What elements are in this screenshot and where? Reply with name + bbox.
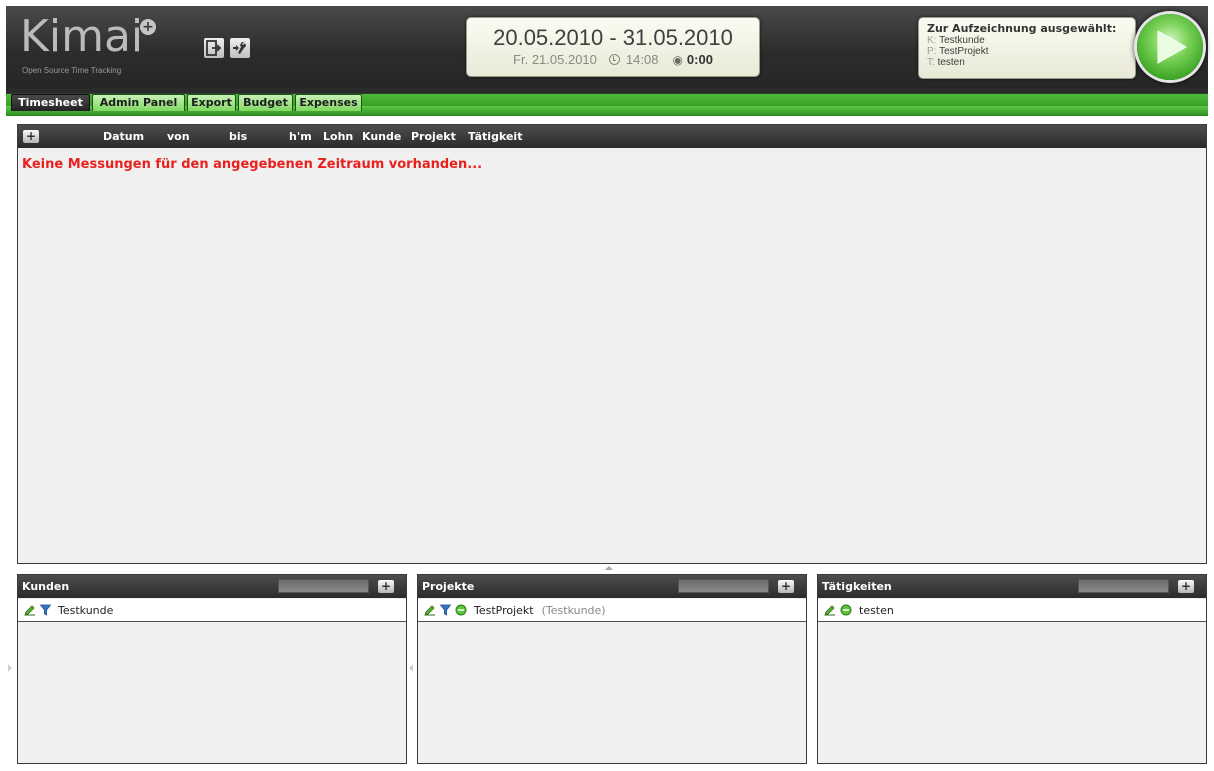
column-duration[interactable]: h'm bbox=[289, 130, 312, 143]
activities-filter-input[interactable] bbox=[1078, 579, 1169, 593]
logout-icon bbox=[206, 40, 222, 56]
projects-title: Projekte bbox=[422, 580, 475, 593]
selected-customer: K: Testkunde bbox=[927, 35, 985, 46]
list-item[interactable]: testen bbox=[818, 599, 1206, 622]
activities-panel: Tätigkeiten + testen bbox=[817, 574, 1207, 764]
activities-header: Tätigkeiten + bbox=[818, 575, 1206, 598]
panel-resize-handle[interactable] bbox=[605, 566, 613, 570]
column-date[interactable]: Datum bbox=[103, 130, 144, 143]
app-header: Kimai + Open Source Time Tracking 20.05.… bbox=[6, 6, 1208, 88]
kimai-logo: Kimai + Open Source Time Tracking bbox=[20, 11, 156, 75]
projects-panel: Projekte + TestProjekt (Testkunde) bbox=[417, 574, 807, 764]
customers-filter-input[interactable] bbox=[278, 579, 369, 593]
timesheet-header: + Datum von bis h'm Lohn Kunde Projekt T… bbox=[18, 125, 1206, 148]
duration: 0:00 bbox=[686, 52, 713, 67]
tab-admin-panel[interactable]: Admin Panel bbox=[92, 94, 185, 111]
list-item[interactable]: Testkunde bbox=[18, 599, 406, 622]
timesheet-panel: + Datum von bis h'm Lohn Kunde Projekt T… bbox=[17, 124, 1207, 564]
logo-plus-icon: + bbox=[140, 19, 156, 35]
add-record-button[interactable]: + bbox=[23, 130, 39, 143]
projects-header: Projekte + bbox=[418, 575, 806, 598]
logout-button[interactable] bbox=[204, 38, 224, 58]
list-item[interactable]: TestProjekt (Testkunde) bbox=[418, 599, 806, 622]
play-icon bbox=[1157, 30, 1188, 64]
logo-subtitle: Open Source Time Tracking bbox=[22, 66, 122, 75]
filter-icon[interactable] bbox=[440, 604, 451, 616]
activities-title: Tätigkeiten bbox=[822, 580, 892, 593]
activity-name: testen bbox=[859, 603, 894, 617]
preferences-button[interactable] bbox=[230, 38, 250, 58]
start-recording-button[interactable] bbox=[1137, 14, 1203, 80]
column-activity[interactable]: Tätigkeit bbox=[468, 130, 522, 143]
tab-budget[interactable]: Budget bbox=[238, 94, 293, 111]
customers-title: Kunden bbox=[22, 580, 70, 593]
customer-name: Testkunde bbox=[58, 603, 114, 617]
project-customer: (Testkunde) bbox=[541, 603, 606, 617]
edit-pencil-icon[interactable] bbox=[424, 604, 436, 616]
projects-filter-input[interactable] bbox=[678, 579, 769, 593]
filter-icon[interactable] bbox=[40, 604, 51, 616]
date-range[interactable]: 20.05.2010 - 31.05.2010 bbox=[467, 25, 759, 51]
selected-project: P: TestProjekt bbox=[927, 46, 989, 57]
column-project[interactable]: Projekt bbox=[411, 130, 456, 143]
column-to[interactable]: bis bbox=[229, 130, 247, 143]
tab-export[interactable]: Export bbox=[187, 94, 236, 111]
customers-header: Kunden + bbox=[18, 575, 406, 598]
date-range-box[interactable]: 20.05.2010 - 31.05.2010 Fr. 21.05.2010 1… bbox=[466, 17, 760, 77]
column-customer[interactable]: Kunde bbox=[362, 130, 401, 143]
selected-activity: T: testen bbox=[927, 57, 965, 68]
tab-expenses[interactable]: Expenses bbox=[295, 94, 362, 111]
edit-pencil-icon[interactable] bbox=[824, 604, 836, 616]
current-date: Fr. 21.05.2010 bbox=[513, 52, 597, 67]
column-wage[interactable]: Lohn bbox=[323, 130, 353, 143]
selected-for-recording-box: Zur Aufzeichnung ausgewählt: K: Testkund… bbox=[918, 17, 1136, 79]
column-from[interactable]: von bbox=[167, 130, 190, 143]
add-customer-button[interactable]: + bbox=[378, 580, 394, 593]
customers-panel: Kunden + Testkunde bbox=[17, 574, 407, 764]
current-time: 14:08 bbox=[625, 52, 659, 67]
collapse-left-arrow-icon[interactable] bbox=[8, 664, 12, 672]
current-date-line: Fr. 21.05.2010 14:08 ◉ 0:00 bbox=[467, 52, 759, 67]
project-name: TestProjekt bbox=[474, 603, 534, 617]
select-for-recording-icon[interactable] bbox=[455, 604, 467, 616]
tab-timesheet[interactable]: Timesheet bbox=[11, 94, 90, 111]
add-project-button[interactable]: + bbox=[778, 580, 794, 593]
logo-text: Kimai bbox=[20, 11, 144, 62]
selection-title: Zur Aufzeichnung ausgewählt: bbox=[927, 22, 1117, 35]
edit-pencil-icon[interactable] bbox=[24, 604, 36, 616]
select-for-recording-icon[interactable] bbox=[840, 604, 852, 616]
add-activity-button[interactable]: + bbox=[1178, 580, 1194, 593]
settings-wrench-icon bbox=[233, 42, 246, 54]
empty-message: Keine Messungen für den angegebenen Zeit… bbox=[22, 157, 483, 172]
clock-icon bbox=[608, 54, 620, 65]
collapse-right-arrow-icon[interactable] bbox=[409, 664, 413, 672]
eye-icon: ◉ bbox=[672, 52, 683, 67]
tab-bar: Timesheet Admin Panel Export Budget Expe… bbox=[6, 88, 1208, 116]
